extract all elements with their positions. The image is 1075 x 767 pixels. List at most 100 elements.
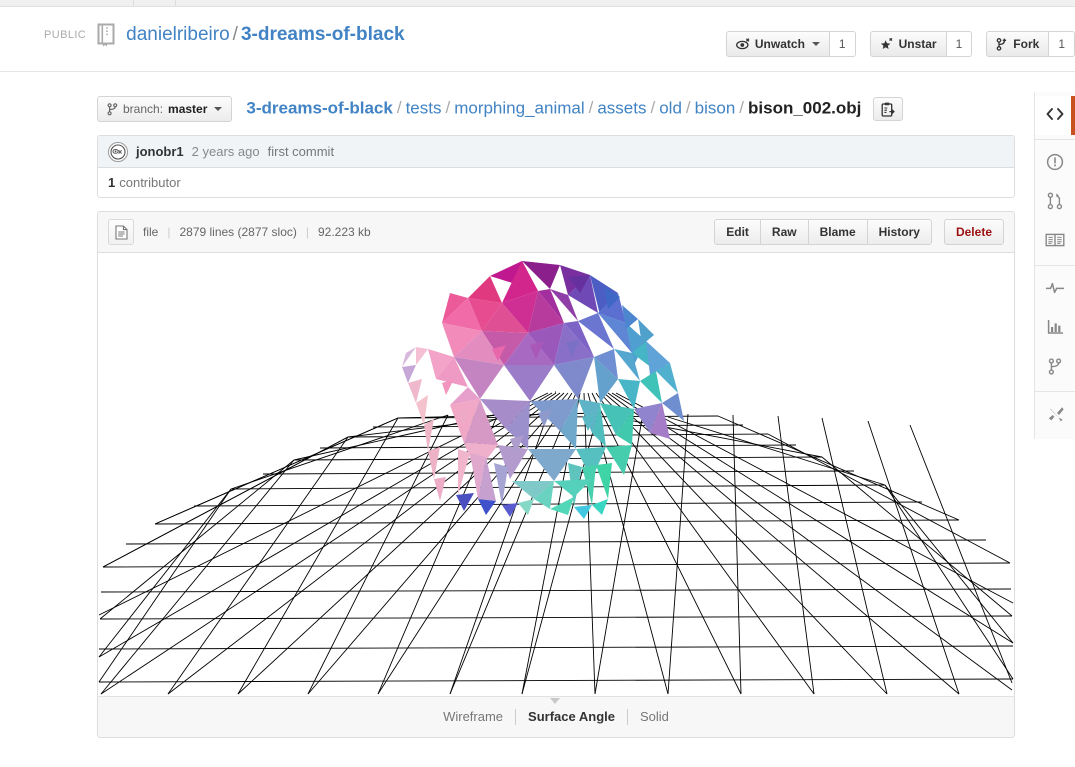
fork-button[interactable]: Fork (986, 31, 1050, 57)
file-action-group: Edit Raw Blame History (714, 219, 932, 245)
sidebar-item-code[interactable] (1035, 96, 1075, 135)
file-meta: file | 2879 lines (2877 sloc) | 92.223 k… (108, 219, 371, 245)
repo-visibility-label: PUBLIC (44, 29, 87, 41)
file-toolbar: file | 2879 lines (2877 sloc) | 92.223 k… (98, 212, 1014, 253)
edit-button[interactable]: Edit (714, 219, 761, 245)
repo-owner-link[interactable]: danielribeiro (126, 24, 230, 45)
fork-label: Fork (1013, 37, 1040, 51)
breadcrumb-slash: / (588, 98, 594, 118)
history-button[interactable]: History (867, 219, 932, 245)
blame-button[interactable]: Blame (808, 219, 868, 245)
branch-prefix-label: branch: (123, 102, 164, 116)
watch-button-group: Unwatch 1 (725, 31, 856, 57)
sidebar-item-issues[interactable] (1035, 144, 1075, 183)
sidebar-group-insights (1035, 266, 1075, 392)
sidebar-item-wiki[interactable] (1035, 222, 1075, 261)
tools-icon (1046, 405, 1065, 427)
top-bar-divider (175, 0, 176, 6)
sidebar-item-network[interactable] (1035, 348, 1075, 387)
sidebar-item-graphs[interactable] (1035, 309, 1075, 348)
contributor-row[interactable]: 1 contributor (98, 168, 1014, 197)
breadcrumb-slash: / (739, 98, 745, 118)
unwatch-button[interactable]: Unwatch (725, 31, 830, 57)
file-size: 92.223 kb (318, 225, 371, 239)
breadcrumb-segment-morphing-animal[interactable]: morphing_animal (454, 98, 584, 117)
delete-button[interactable]: Delete (943, 219, 1004, 245)
sidebar-item-pulse[interactable] (1035, 270, 1075, 309)
breadcrumb-slash: / (685, 98, 691, 118)
file-icon (108, 219, 134, 245)
mode-solid[interactable]: Solid (628, 709, 681, 725)
commit-author[interactable]: jonobr1 (136, 144, 184, 159)
mode-surface-angle[interactable]: Surface Angle (516, 709, 627, 725)
render-mode-toolbar: Wireframe Surface Angle Solid (98, 696, 1014, 737)
meta-separator: | (305, 225, 309, 239)
chevron-down-icon (214, 107, 223, 111)
fork-icon (996, 37, 1008, 51)
eye-icon (735, 38, 750, 50)
contributor-count: 1 (108, 175, 116, 190)
branch-name-label: master (168, 102, 208, 116)
breadcrumb-segment-tests[interactable]: tests (406, 98, 442, 117)
breadcrumb-slash: / (650, 98, 656, 118)
commit-message[interactable]: first commit (268, 144, 334, 159)
file-path-breadcrumb: 3-dreams-of-black / tests / morphing_animal /… (246, 97, 904, 121)
commit-timestamp: 2 years ago (191, 144, 260, 159)
fork-button-group: Fork 1 (986, 31, 1075, 57)
contributor-label: contributor (119, 175, 181, 190)
breadcrumb-slash: / (396, 98, 402, 118)
commit-row: jonobr1 2 years ago first commit (98, 136, 1014, 168)
unwatch-label: Unwatch (754, 37, 805, 51)
repo-path: danielribeiro/3-dreams-of-black (126, 24, 404, 46)
file-line-count: 2879 lines (2877 sloc) (179, 225, 297, 239)
watch-count[interactable]: 1 (829, 31, 856, 57)
breadcrumb-segment-assets[interactable]: assets (597, 98, 646, 117)
fork-count[interactable]: 1 (1049, 31, 1075, 57)
repo-title-area: PUBLIC danielribeiro/3-dreams-of-black (44, 23, 405, 47)
mode-wireframe[interactable]: Wireframe (431, 709, 515, 725)
model-viewer[interactable] (98, 253, 1014, 696)
branch-selector[interactable]: branch: master (97, 96, 233, 122)
repo-book-icon (96, 23, 126, 47)
repo-header: PUBLIC danielribeiro/3-dreams-of-black U… (0, 7, 1075, 72)
avatar (108, 141, 128, 162)
model-canvas[interactable] (98, 253, 1014, 696)
sidebar-item-settings[interactable] (1035, 396, 1075, 435)
pulse-icon (1045, 281, 1065, 298)
network-icon (1048, 357, 1062, 378)
graph-icon (1047, 319, 1064, 338)
raw-button[interactable]: Raw (760, 219, 809, 245)
star-icon (880, 38, 894, 50)
breadcrumb-segment-old[interactable]: old (659, 98, 682, 117)
breadcrumb-repo-root[interactable]: 3-dreams-of-black (246, 98, 392, 117)
active-mode-pointer (550, 698, 560, 704)
clipboard-icon (881, 102, 896, 117)
latest-commit-box: jonobr1 2 years ago first commit 1 contr… (97, 135, 1015, 198)
breadcrumb-file-name: bison_002.obj (748, 98, 862, 118)
file-type-label: file (143, 225, 159, 239)
repo-name-link[interactable]: 3-dreams-of-black (241, 24, 405, 45)
file-actions: Edit Raw Blame History Delete (714, 219, 1004, 245)
unstar-button[interactable]: Unstar (869, 31, 947, 57)
header-actions: Unwatch 1 Unstar 1 Fork 1 (712, 31, 1075, 57)
copy-path-button[interactable] (873, 97, 904, 121)
sidebar-group-settings (1035, 392, 1075, 439)
unstar-label: Unstar (898, 37, 937, 51)
git-branch-icon (107, 102, 118, 116)
code-icon (1046, 107, 1064, 124)
sidebar-item-pull-requests[interactable] (1035, 183, 1075, 222)
book-icon (1045, 232, 1065, 251)
top-bar-sliver (0, 0, 1075, 7)
breadcrumb-segment-bison[interactable]: bison (695, 98, 736, 117)
breadcrumb-slash: / (445, 98, 451, 118)
file-box: file | 2879 lines (2877 sloc) | 92.223 k… (97, 211, 1015, 738)
breadcrumb-row: branch: master 3-dreams-of-black / tests / m… (97, 92, 1015, 126)
git-pull-request-icon (1047, 192, 1063, 213)
main-content: branch: master 3-dreams-of-black / tests / m… (97, 92, 1015, 738)
sidebar-group-collab (1035, 140, 1075, 266)
chevron-down-icon (811, 42, 820, 46)
repo-path-separator: / (232, 24, 238, 45)
repo-nav-sidebar (1034, 92, 1075, 439)
star-count[interactable]: 1 (946, 31, 973, 57)
meta-separator: | (167, 225, 171, 239)
